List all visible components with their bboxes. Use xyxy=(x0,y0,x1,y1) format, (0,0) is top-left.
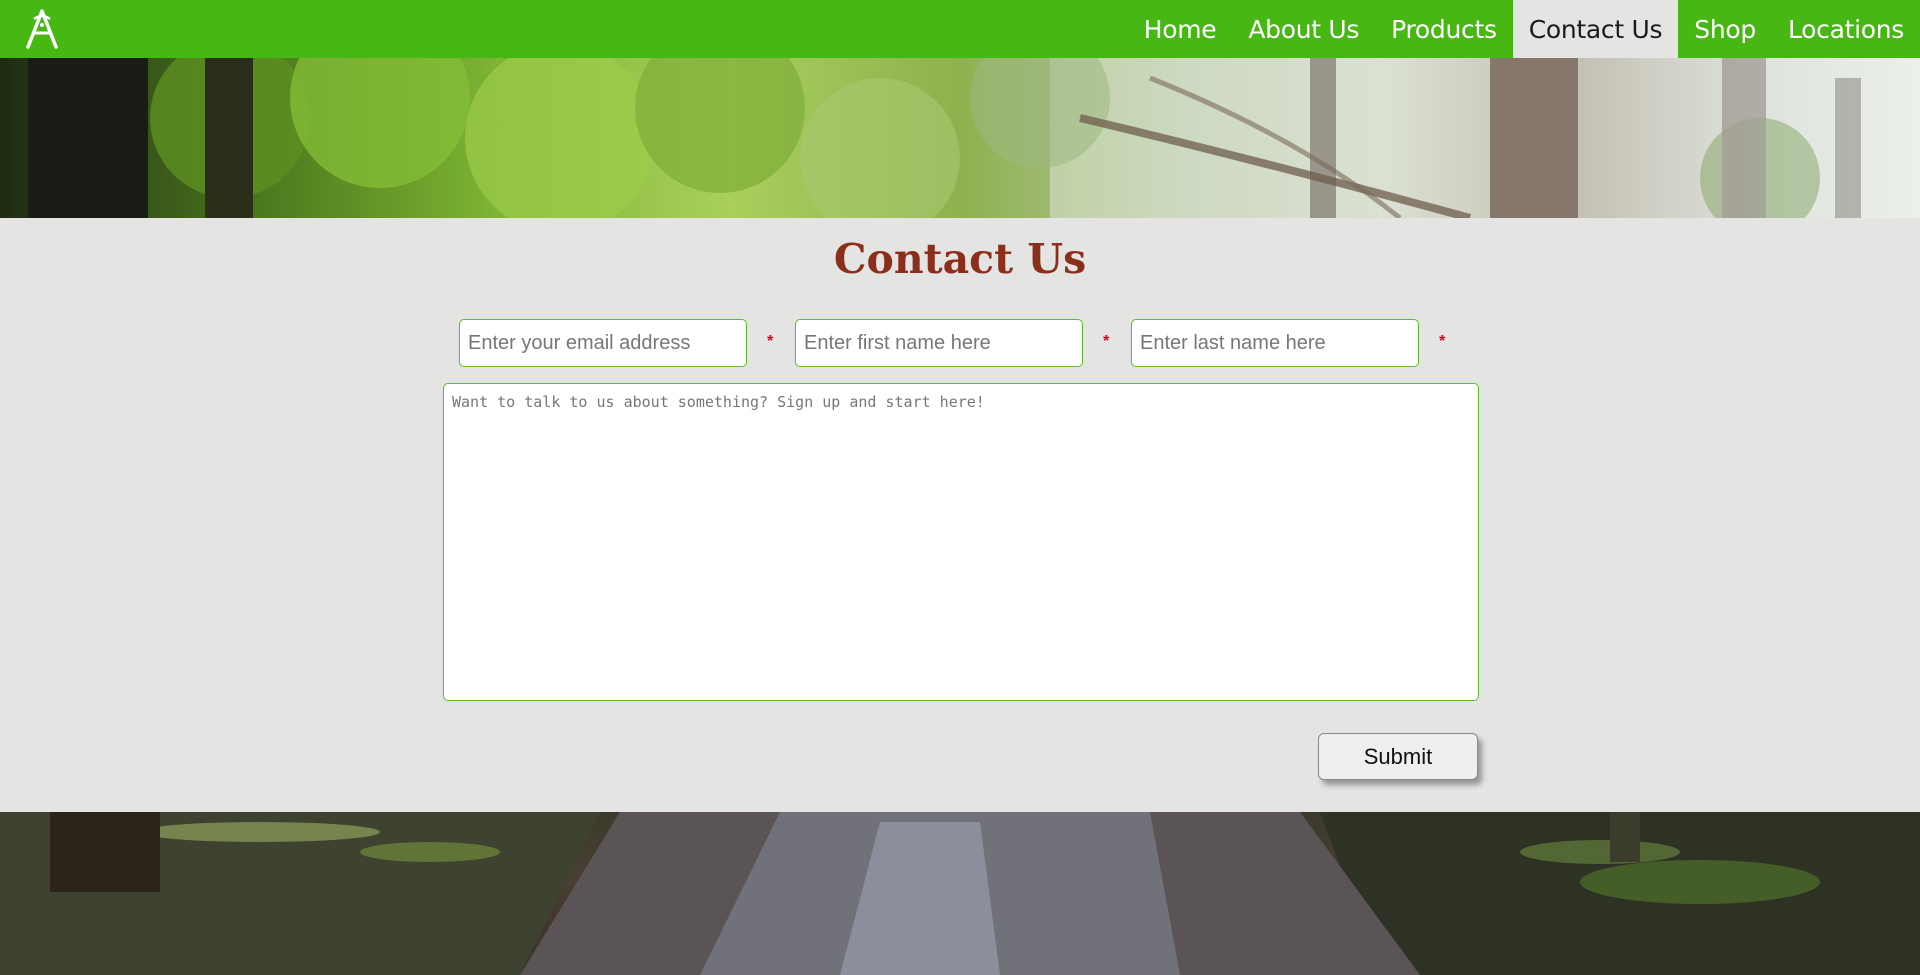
required-marker-first-name: * xyxy=(1103,333,1110,350)
last-name-input[interactable] xyxy=(1131,319,1419,367)
top-navbar: Home About Us Products Contact Us Shop L… xyxy=(0,0,1920,58)
nav-item-about-us[interactable]: About Us xyxy=(1232,0,1375,58)
forest-canopy-photo xyxy=(0,58,1920,218)
message-textarea[interactable] xyxy=(443,383,1479,701)
submit-button[interactable]: Submit xyxy=(1318,733,1478,780)
nav-item-locations[interactable]: Locations xyxy=(1772,0,1920,58)
stylized-a-logo-icon[interactable] xyxy=(20,7,64,51)
nav-item-products[interactable]: Products xyxy=(1375,0,1513,58)
first-name-input[interactable] xyxy=(795,319,1083,367)
nav-menu: Home About Us Products Contact Us Shop L… xyxy=(1128,0,1920,58)
nav-item-shop[interactable]: Shop xyxy=(1678,0,1772,58)
nav-item-contact-us[interactable]: Contact Us xyxy=(1512,0,1679,58)
contact-section: Contact Us * * * Submit xyxy=(0,218,1920,812)
nav-item-home[interactable]: Home xyxy=(1128,0,1233,58)
page-title: Contact Us xyxy=(833,235,1087,283)
required-marker-email: * xyxy=(767,333,774,350)
required-marker-last-name: * xyxy=(1439,333,1446,350)
email-input[interactable] xyxy=(459,319,747,367)
forest-dirt-path-photo xyxy=(0,812,1920,975)
